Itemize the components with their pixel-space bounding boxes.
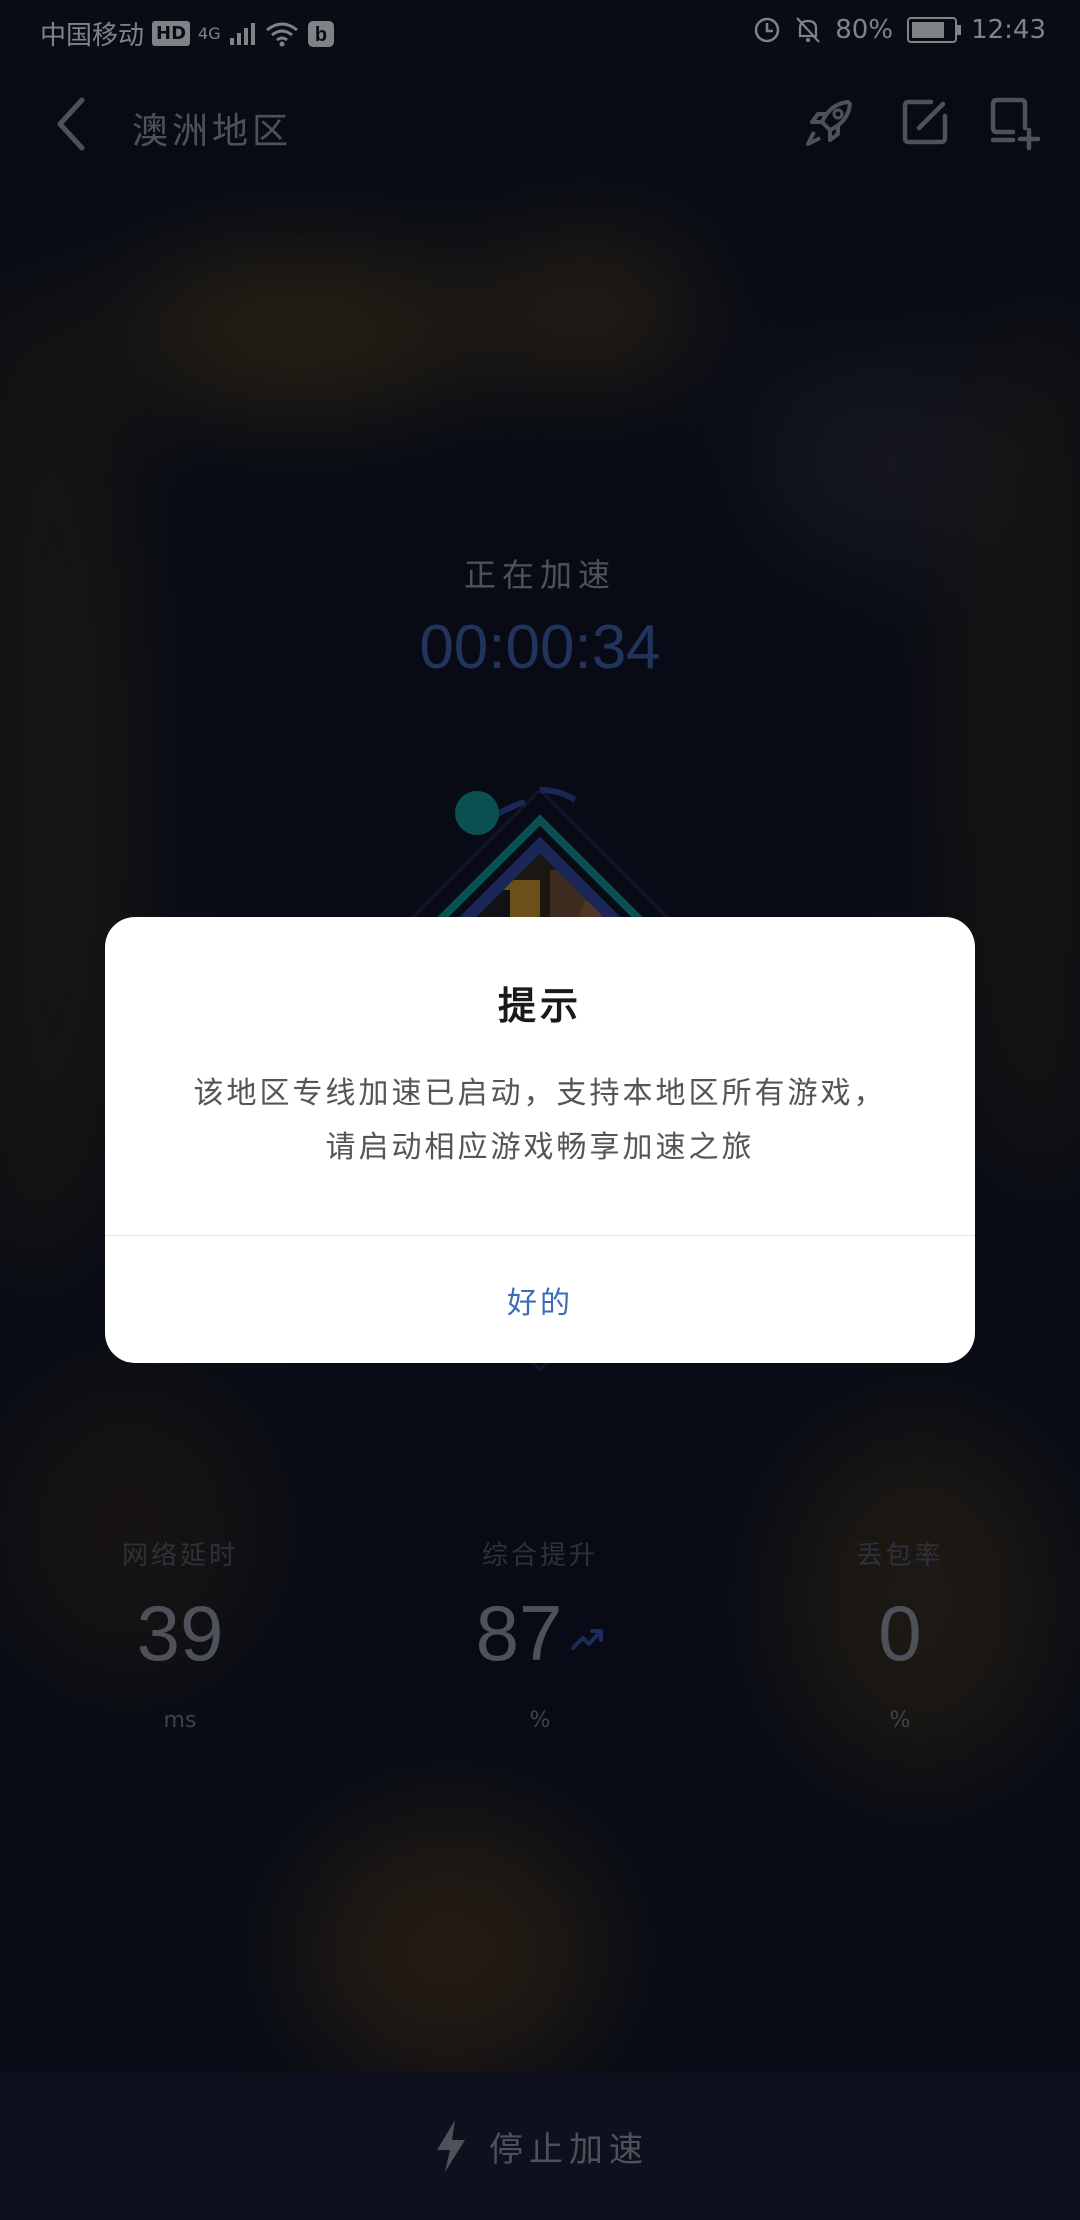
- ok-button[interactable]: 好的: [105, 1236, 975, 1363]
- notice-dialog: 提示 该地区专线加速已启动，支持本地区所有游戏， 请启动相应游戏畅享加速之旅 好…: [105, 917, 975, 1363]
- dialog-title: 提示: [497, 983, 582, 1028]
- dialog-message: 该地区专线加速已启动，支持本地区所有游戏， 请启动相应游戏畅享加速之旅: [145, 1067, 935, 1175]
- dialog-message-line-1: 该地区专线加速已启动，支持本地区所有游戏，: [193, 1076, 887, 1111]
- screen: 中国移动 HD 4G b 80% 12:43 澳洲地区 正在加速 00:00:3…: [0, 0, 1080, 2220]
- dialog-message-line-2: 请启动相应游戏畅享加速之旅: [325, 1130, 755, 1165]
